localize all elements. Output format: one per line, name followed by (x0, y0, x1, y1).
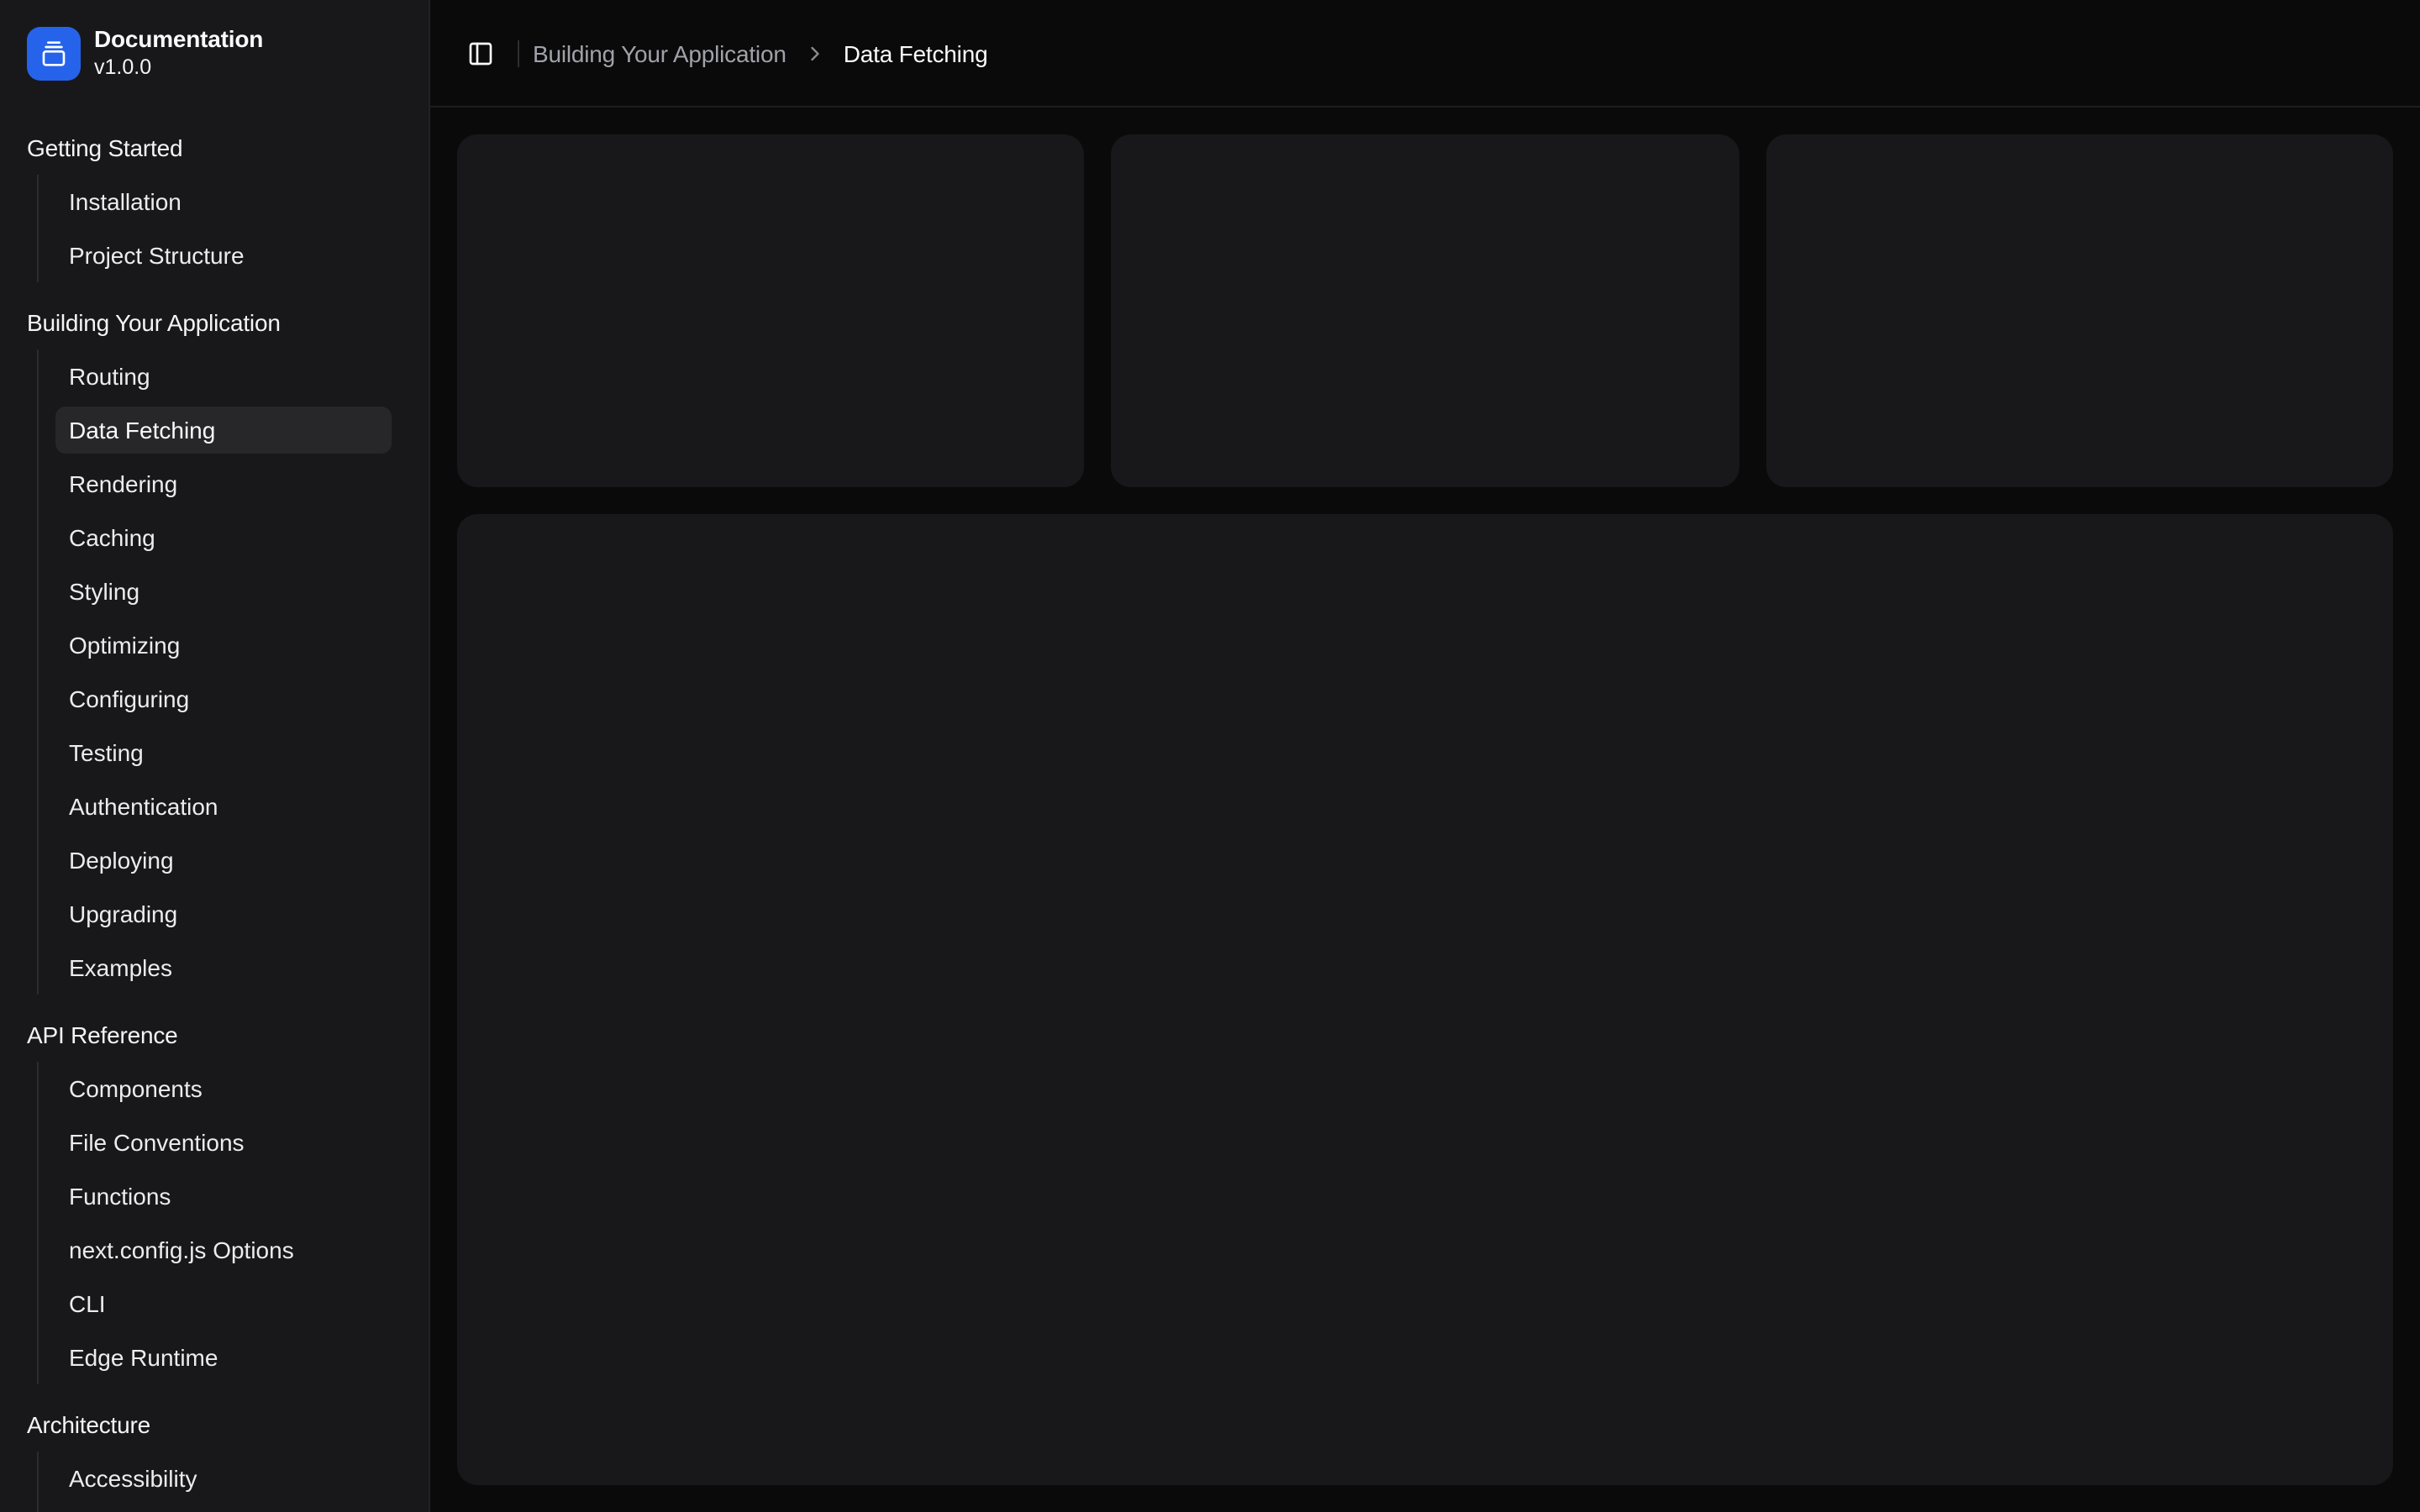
workspace-switcher[interactable]: Documentation v1.0.0 (13, 13, 415, 94)
nav-sublist: Components File Conventions Functions ne… (37, 1062, 392, 1384)
workspace-info: Documentation v1.0.0 (94, 28, 263, 80)
sidebar-item-upgrading[interactable]: Upgrading (55, 890, 392, 937)
placeholder-card (1112, 134, 1739, 487)
chevron-right-icon (803, 41, 827, 65)
app-root: Documentation v1.0.0 Getting Started Ins… (0, 0, 2420, 1512)
sidebar-item-optimizing[interactable]: Optimizing (55, 622, 392, 669)
app-version: v1.0.0 (94, 57, 263, 81)
placeholder-card (457, 134, 1085, 487)
placeholder-cards-row (457, 134, 2393, 487)
placeholder-card (1765, 134, 2393, 487)
sidebar-item-routing[interactable]: Routing (55, 353, 392, 400)
sidebar-item-project-structure[interactable]: Project Structure (55, 232, 392, 279)
nav-sublist: Accessibility Fast Refresh (37, 1452, 392, 1512)
sidebar-item-file-conventions[interactable]: File Conventions (55, 1119, 392, 1166)
sidebar-item-accessibility[interactable]: Accessibility (55, 1455, 392, 1502)
nav-section-getting-started: Getting Started Installation Project Str… (13, 121, 415, 289)
sidebar-item-next-config-js-options[interactable]: next.config.js Options (55, 1226, 392, 1273)
vertical-separator (518, 39, 519, 66)
sidebar-item-components[interactable]: Components (55, 1065, 392, 1112)
section-label-architecture[interactable]: Architecture (13, 1398, 415, 1452)
topbar: Building Your Application Data Fetching (430, 0, 2420, 108)
sidebar-item-edge-runtime[interactable]: Edge Runtime (55, 1334, 392, 1381)
app-title: Documentation (94, 28, 263, 54)
nav-section-api-reference: API Reference Components File Convention… (13, 1008, 415, 1391)
content-area (430, 108, 2420, 1512)
sidebar-item-configuring[interactable]: Configuring (55, 675, 392, 722)
sidebar-item-rendering[interactable]: Rendering (55, 460, 392, 507)
sidebar-item-examples[interactable]: Examples (55, 944, 392, 991)
sidebar-item-authentication[interactable]: Authentication (55, 783, 392, 830)
sidebar-nav: Getting Started Installation Project Str… (0, 108, 429, 1512)
nav-section-architecture: Architecture Accessibility Fast Refresh (13, 1398, 415, 1512)
sidebar-item-styling[interactable]: Styling (55, 568, 392, 615)
panel-left-icon (467, 39, 494, 66)
breadcrumb-link-parent[interactable]: Building Your Application (533, 39, 786, 66)
placeholder-panel (457, 514, 2393, 1485)
section-label-building-your-application[interactable]: Building Your Application (13, 296, 415, 349)
sidebar-header: Documentation v1.0.0 (0, 0, 429, 108)
sidebar-item-fast-refresh[interactable]: Fast Refresh (55, 1509, 392, 1512)
section-label-api-reference[interactable]: API Reference (13, 1008, 415, 1062)
sidebar-item-data-fetching[interactable]: Data Fetching (55, 407, 392, 454)
main-area: Building Your Application Data Fetching (430, 0, 2420, 1512)
sidebar-item-testing[interactable]: Testing (55, 729, 392, 776)
breadcrumb: Building Your Application Data Fetching (533, 39, 987, 66)
nav-sublist: Routing Data Fetching Rendering Caching … (37, 349, 392, 995)
sidebar: Documentation v1.0.0 Getting Started Ins… (0, 0, 430, 1512)
sidebar-item-caching[interactable]: Caching (55, 514, 392, 561)
sidebar-item-deploying[interactable]: Deploying (55, 837, 392, 884)
nav-section-building-your-application: Building Your Application Routing Data F… (13, 296, 415, 1001)
sidebar-item-installation[interactable]: Installation (55, 178, 392, 225)
nav-sublist: Installation Project Structure (37, 175, 392, 282)
sidebar-item-cli[interactable]: CLI (55, 1280, 392, 1327)
gallery-vertical-end-icon (27, 27, 81, 81)
section-label-getting-started[interactable]: Getting Started (13, 121, 415, 175)
sidebar-item-functions[interactable]: Functions (55, 1173, 392, 1220)
breadcrumb-current-page: Data Fetching (844, 39, 988, 66)
sidebar-toggle-button[interactable] (457, 29, 504, 76)
